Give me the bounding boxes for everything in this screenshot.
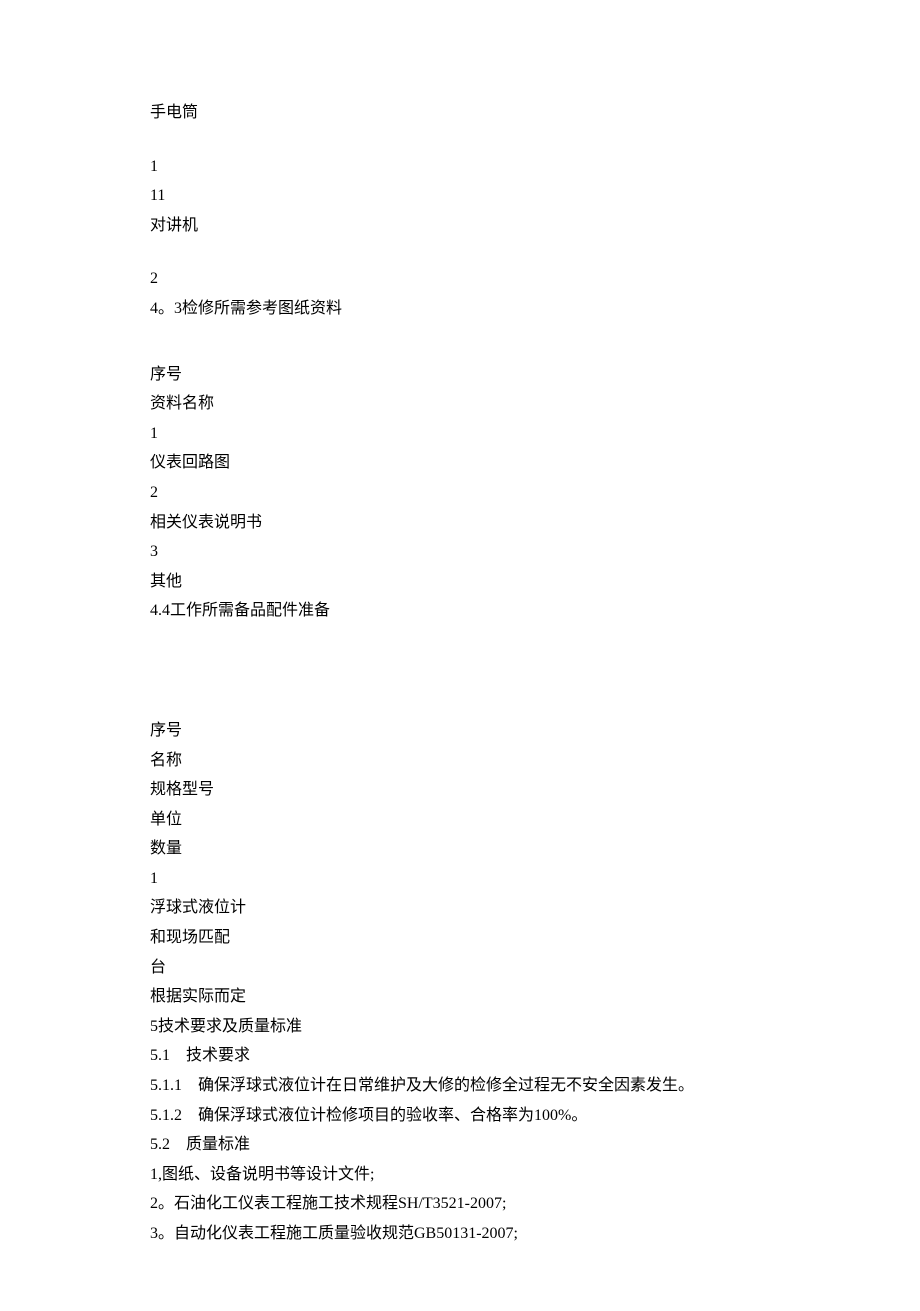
spacer: [150, 130, 770, 154]
text-line: 1: [150, 866, 770, 892]
text-line: 和现场匹配: [150, 925, 770, 951]
text-line: 根据实际而定: [150, 984, 770, 1010]
text-line: 对讲机: [150, 213, 770, 239]
text-line: 序号: [150, 718, 770, 744]
text-line: 2。石油化工仪表工程施工技术规程SH/T3521-2007;: [150, 1191, 770, 1217]
text-line: 浮球式液位计: [150, 895, 770, 921]
text-line: 5.1.1 确保浮球式液位计在日常维护及大修的检修全过程无不安全因素发生。: [150, 1073, 770, 1099]
text-line: 相关仪表说明书: [150, 510, 770, 536]
text-line: 1: [150, 421, 770, 447]
spacer: [150, 242, 770, 266]
spacer: [150, 628, 770, 718]
text-line: 2: [150, 266, 770, 292]
text-line: 单位: [150, 807, 770, 833]
text-line: 仪表回路图: [150, 450, 770, 476]
spacer: [150, 350, 770, 362]
text-line: 资料名称: [150, 391, 770, 417]
section-heading: 5.1 技术要求: [150, 1043, 770, 1069]
text-line: 3。自动化仪表工程施工质量验收规范GB50131-2007;: [150, 1221, 770, 1247]
text-line: 其他: [150, 569, 770, 595]
text-line: 1,图纸、设备说明书等设计文件;: [150, 1162, 770, 1188]
text-line: 序号: [150, 362, 770, 388]
text-line: 5.1.2 确保浮球式液位计检修项目的验收率、合格率为100%。: [150, 1103, 770, 1129]
spacer: [150, 326, 770, 350]
text-line: 规格型号: [150, 777, 770, 803]
text-line: 数量: [150, 836, 770, 862]
text-line: 手电筒: [150, 100, 770, 126]
text-line: 2: [150, 480, 770, 506]
section-heading: 4。3检修所需参考图纸资料: [150, 296, 770, 322]
text-line: 1: [150, 154, 770, 180]
section-heading: 5.2 质量标准: [150, 1132, 770, 1158]
section-heading: 5技术要求及质量标准: [150, 1014, 770, 1040]
text-line: 3: [150, 539, 770, 565]
text-line: 台: [150, 955, 770, 981]
text-line: 11: [150, 183, 770, 209]
section-heading: 4.4工作所需备品配件准备: [150, 598, 770, 624]
text-line: 名称: [150, 748, 770, 774]
